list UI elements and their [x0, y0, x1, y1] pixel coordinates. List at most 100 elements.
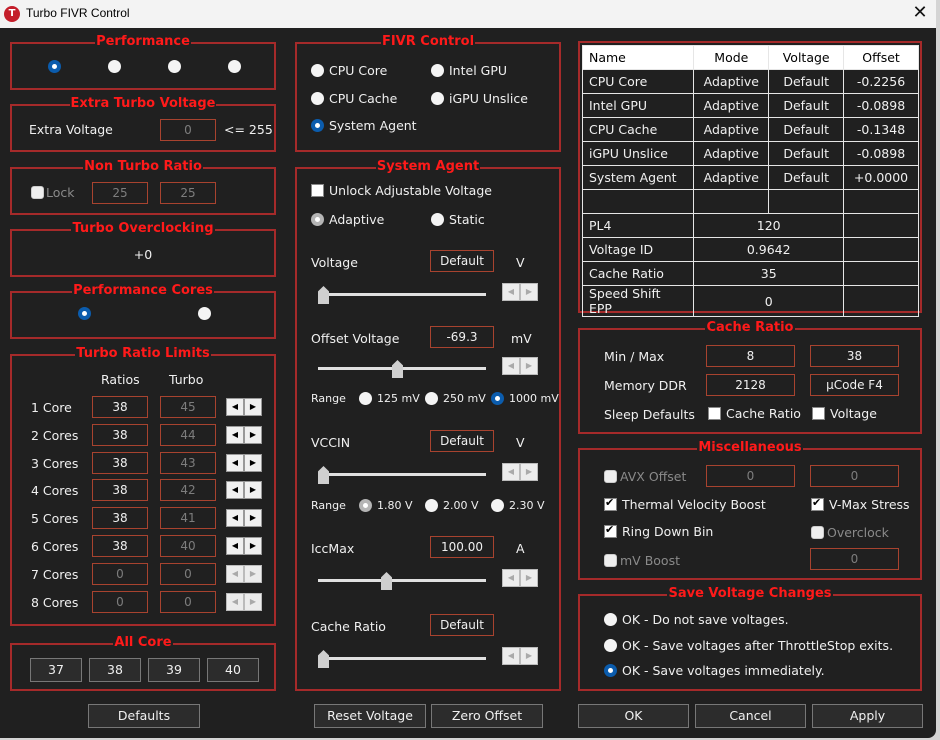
save-option-after-exit-radio[interactable]: [604, 639, 617, 652]
right-arrow-icon[interactable]: ▶: [520, 647, 538, 665]
perf-cores-radio-2[interactable]: [198, 307, 211, 320]
left-arrow-icon[interactable]: ◀: [226, 593, 244, 611]
left-arrow-icon[interactable]: ◀: [226, 565, 244, 583]
lock-checkbox[interactable]: [31, 186, 44, 199]
vccin-input[interactable]: Default: [430, 430, 494, 452]
right-arrow-icon[interactable]: ▶: [520, 357, 538, 375]
offset-range-125-radio[interactable]: [359, 392, 372, 405]
turbo-input[interactable]: 45: [160, 396, 216, 418]
defaults-button[interactable]: Defaults: [88, 704, 200, 728]
sa-cache-ratio-spinner[interactable]: ◀ ▶: [502, 647, 538, 665]
voltage-spinner[interactable]: ◀ ▶: [502, 283, 538, 301]
left-arrow-icon[interactable]: ◀: [502, 283, 520, 301]
static-radio[interactable]: [431, 213, 444, 226]
non-turbo-ratio-input-2[interactable]: 25: [160, 182, 216, 204]
left-arrow-icon[interactable]: ◀: [226, 426, 244, 444]
right-arrow-icon[interactable]: ▶: [520, 283, 538, 301]
right-arrow-icon[interactable]: ▶: [520, 463, 538, 481]
right-arrow-icon[interactable]: ▶: [244, 454, 262, 472]
ratio-spinner[interactable]: ◀ ▶: [226, 481, 262, 499]
sleep-voltage-checkbox[interactable]: [812, 407, 825, 420]
right-arrow-icon[interactable]: ▶: [244, 426, 262, 444]
cancel-button[interactable]: Cancel: [695, 704, 806, 728]
left-arrow-icon[interactable]: ◀: [226, 481, 244, 499]
turbo-input[interactable]: 41: [160, 507, 216, 529]
unlock-voltage-checkbox[interactable]: [311, 184, 324, 197]
vmax-stress-checkbox[interactable]: [811, 496, 824, 511]
fivr-radio-intel-gpu[interactable]: [431, 64, 444, 77]
ratio-spinner[interactable]: ◀ ▶: [226, 454, 262, 472]
non-turbo-ratio-input-1[interactable]: 25: [92, 182, 148, 204]
left-arrow-icon[interactable]: ◀: [502, 569, 520, 587]
vccin-slider[interactable]: [318, 464, 486, 484]
fivr-radio-system-agent[interactable]: [311, 119, 324, 132]
performance-radio-2[interactable]: [108, 60, 121, 73]
right-arrow-icon[interactable]: ▶: [244, 565, 262, 583]
vccin-range-180-radio[interactable]: [359, 499, 372, 512]
ok-button[interactable]: OK: [578, 704, 689, 728]
close-icon[interactable]: ✕: [908, 2, 932, 26]
voltage-slider[interactable]: [318, 284, 486, 304]
avx-offset-input-1[interactable]: 0: [706, 465, 795, 487]
vccin-range-200-radio[interactable]: [425, 499, 438, 512]
ratio-input[interactable]: 38: [92, 424, 148, 446]
left-arrow-icon[interactable]: ◀: [502, 463, 520, 481]
ratio-input[interactable]: 38: [92, 452, 148, 474]
ratio-input[interactable]: 38: [92, 507, 148, 529]
iccmax-input[interactable]: 100.00: [430, 536, 494, 558]
turbo-input[interactable]: 44: [160, 424, 216, 446]
offset-voltage-slider[interactable]: [318, 358, 486, 378]
avx-offset-input-2[interactable]: 0: [810, 465, 899, 487]
all-core-button-37[interactable]: 37: [30, 658, 82, 682]
ratio-spinner[interactable]: ◀ ▶: [226, 426, 262, 444]
left-arrow-icon[interactable]: ◀: [226, 509, 244, 527]
fivr-radio-igpu-unslice[interactable]: [431, 92, 444, 105]
sa-cache-ratio-slider[interactable]: [318, 648, 486, 668]
voltage-input[interactable]: Default: [430, 250, 494, 272]
ratio-spinner[interactable]: ◀ ▶: [226, 398, 262, 416]
ring-down-bin-checkbox[interactable]: [604, 523, 617, 538]
ratio-spinner[interactable]: ◀ ▶: [226, 537, 262, 555]
slider-thumb[interactable]: [392, 360, 403, 378]
left-arrow-icon[interactable]: ◀: [226, 454, 244, 472]
left-arrow-icon[interactable]: ◀: [502, 357, 520, 375]
avx-offset-checkbox[interactable]: [604, 470, 617, 483]
ratio-input[interactable]: 38: [92, 479, 148, 501]
right-arrow-icon[interactable]: ▶: [244, 481, 262, 499]
save-option-immediately-radio[interactable]: [604, 664, 617, 677]
overclock-checkbox[interactable]: [811, 526, 824, 539]
slider-thumb[interactable]: [318, 466, 329, 484]
sa-cache-ratio-input[interactable]: Default: [430, 614, 494, 636]
cache-max-input[interactable]: 38: [810, 345, 899, 367]
left-arrow-icon[interactable]: ◀: [502, 647, 520, 665]
performance-radio-4[interactable]: [228, 60, 241, 73]
right-arrow-icon[interactable]: ▶: [244, 509, 262, 527]
iccmax-slider[interactable]: [318, 570, 486, 590]
performance-radio-1[interactable]: [48, 60, 61, 73]
left-arrow-icon[interactable]: ◀: [226, 398, 244, 416]
ratio-spinner[interactable]: ◀ ▶: [226, 509, 262, 527]
offset-voltage-spinner[interactable]: ◀ ▶: [502, 357, 538, 375]
mv-boost-input[interactable]: 0: [810, 548, 899, 570]
right-arrow-icon[interactable]: ▶: [244, 537, 262, 555]
left-arrow-icon[interactable]: ◀: [226, 537, 244, 555]
performance-radio-3[interactable]: [168, 60, 181, 73]
right-arrow-icon[interactable]: ▶: [244, 398, 262, 416]
ratio-spinner[interactable]: ◀ ▶: [226, 593, 262, 611]
slider-thumb[interactable]: [318, 650, 329, 668]
zero-offset-button[interactable]: Zero Offset: [431, 704, 543, 728]
save-option-do-not-save-radio[interactable]: [604, 613, 617, 626]
all-core-button-39[interactable]: 39: [148, 658, 200, 682]
cache-min-input[interactable]: 8: [706, 345, 795, 367]
right-arrow-icon[interactable]: ▶: [520, 569, 538, 587]
turbo-input[interactable]: 43: [160, 452, 216, 474]
ratio-spinner[interactable]: ◀ ▶: [226, 565, 262, 583]
perf-cores-radio-1[interactable]: [78, 307, 91, 320]
extra-voltage-input[interactable]: 0: [160, 119, 216, 141]
turbo-input[interactable]: 40: [160, 535, 216, 557]
all-core-button-38[interactable]: 38: [89, 658, 141, 682]
sleep-cache-ratio-checkbox[interactable]: [708, 407, 721, 420]
offset-range-250-radio[interactable]: [425, 392, 438, 405]
ratio-input[interactable]: 38: [92, 535, 148, 557]
offset-voltage-input[interactable]: -69.3: [430, 326, 494, 348]
